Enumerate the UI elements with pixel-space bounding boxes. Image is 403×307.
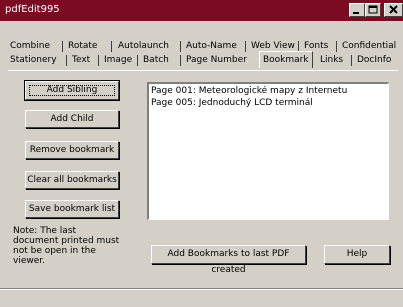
minimize-button[interactable] — [349, 3, 365, 17]
save-list-label: Save bookmark list — [28, 204, 116, 214]
tab-row-top: Combine Rotate Autolaunch Auto-Name Web … — [8, 39, 403, 53]
add-bookmarks-to-last-pdf-button[interactable]: Add Bookmarks to last PDF created — [151, 245, 306, 275]
save-bookmark-list-button[interactable]: Save bookmark list — [25, 200, 119, 218]
tab-divider — [180, 41, 181, 52]
tab-divider — [66, 55, 67, 66]
minimize-icon — [353, 12, 359, 14]
tab-page-number[interactable]: Page Number — [184, 53, 249, 67]
tab-divider — [62, 41, 63, 52]
status-bar — [0, 288, 403, 307]
tab-divider — [98, 55, 99, 66]
tab-rotate[interactable]: Rotate — [66, 39, 99, 53]
add-sibling-button[interactable]: Add Sibling — [24, 80, 120, 101]
tab-combine[interactable]: Combine — [8, 39, 52, 53]
tab-divider — [351, 55, 352, 66]
tab-bookmark[interactable]: Bookmark — [259, 51, 313, 68]
list-item[interactable]: Page 005: Jednoduchý LCD terminál — [151, 97, 386, 109]
window-title: pdfEdit995 — [5, 4, 60, 15]
clear-all-bookmarks-button[interactable]: Clear all bookmarks — [25, 171, 119, 189]
maximize-button[interactable] — [365, 3, 381, 17]
tab-image[interactable]: Image — [102, 53, 134, 67]
title-bar: pdfEdit995 — [0, 0, 403, 21]
list-item[interactable]: Page 001: Meteorologické mapy z Internet… — [151, 85, 386, 97]
tab-batch[interactable]: Batch — [141, 53, 171, 67]
close-button[interactable] — [384, 3, 403, 17]
tab-divider — [111, 41, 112, 52]
help-button[interactable]: Help — [324, 245, 390, 264]
status-bar-highlight — [0, 289, 403, 290]
remove-bookmark-label: Remove bookmark — [29, 145, 115, 155]
tab-autolaunch[interactable]: Autolaunch — [116, 39, 171, 53]
tab-text[interactable]: Text — [70, 53, 92, 67]
tab-divider — [245, 41, 246, 52]
tab-row-bottom: Stationery Text Image Batch Page Number … — [8, 51, 403, 68]
tab-panel-border — [8, 70, 398, 71]
tab-divider — [137, 55, 138, 66]
remove-bookmark-button[interactable]: Remove bookmark — [25, 141, 119, 159]
add-child-label: Add Child — [50, 114, 94, 124]
tab-links[interactable]: Links — [318, 53, 345, 67]
tab-docinfo[interactable]: DocInfo — [355, 53, 393, 67]
clear-all-label: Clear all bookmarks — [27, 175, 117, 185]
tab-stationery[interactable]: Stationery — [8, 53, 59, 67]
add-child-button[interactable]: Add Child — [25, 110, 119, 128]
note-text: Note: The last document printed must not… — [13, 226, 120, 266]
tab-confidential[interactable]: Confidential — [340, 39, 398, 53]
close-icon — [389, 5, 398, 14]
tab-divider — [336, 41, 337, 52]
tab-auto-name[interactable]: Auto-Name — [184, 39, 239, 53]
tab-divider — [180, 55, 181, 66]
bookmark-list[interactable]: Page 001: Meteorologické mapy z Internet… — [147, 82, 389, 220]
help-label: Help — [346, 249, 368, 259]
maximize-icon — [368, 5, 378, 14]
add-to-last-pdf-label: Add Bookmarks to last PDF created — [167, 249, 290, 275]
focus-rectangle — [29, 85, 115, 96]
